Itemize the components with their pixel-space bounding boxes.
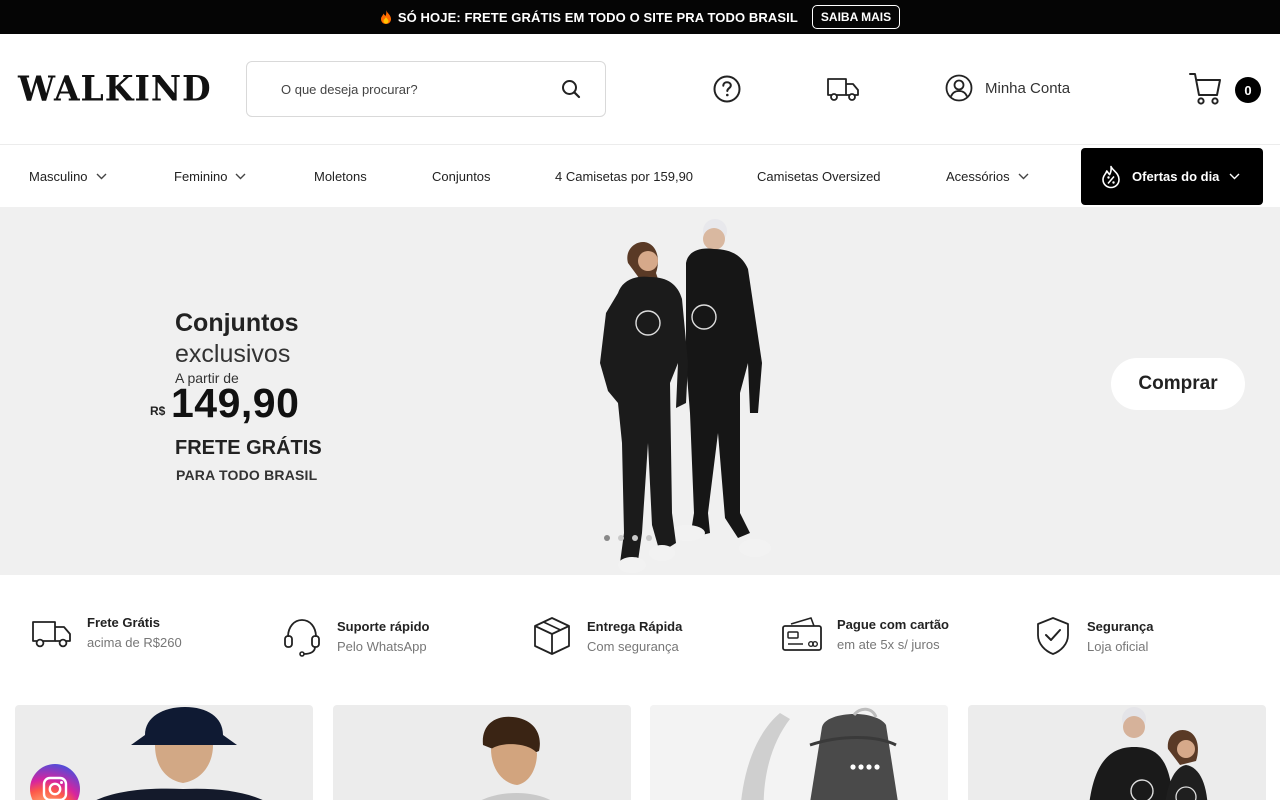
feature-text: Segurança Loja oficial: [1087, 619, 1153, 654]
feature-subtitle: Loja oficial: [1087, 638, 1149, 654]
nav-item-label: Masculino: [29, 168, 88, 184]
hero-banner[interactable]: Conjuntos exclusivos A partir de R$ 149,…: [0, 207, 1280, 575]
nav-item-masculino[interactable]: Masculino: [29, 145, 107, 207]
hero-subtitle: exclusivos: [175, 340, 291, 368]
feature-free-shipping: Frete Grátis acima de R$260: [31, 615, 182, 650]
feature-security: Segurança Loja oficial: [1033, 615, 1153, 657]
truck-icon: [32, 620, 71, 647]
instagram-icon[interactable]: [30, 764, 80, 800]
chevron-down-icon: [96, 173, 107, 179]
instagram-glyph: [42, 776, 68, 800]
hero-price: 149,90: [171, 380, 300, 426]
nav-item-conjuntos[interactable]: Conjuntos: [432, 145, 491, 207]
hero-shipping: FRETE GRÁTIS: [175, 437, 322, 459]
feature-fast-delivery: Entrega Rápida Com segurança: [531, 615, 682, 657]
feature-text: Entrega Rápida Com segurança: [587, 619, 682, 654]
feature-title: Segurança: [1087, 618, 1154, 634]
learn-more-button[interactable]: SAIBA MAIS: [811, 5, 901, 29]
help-icon[interactable]: [712, 74, 742, 104]
search-box: [246, 61, 606, 117]
search-icon[interactable]: [561, 79, 581, 99]
nav-item-label: Acessórios: [946, 168, 1010, 184]
category-card[interactable]: [968, 705, 1266, 800]
nav-item-label: Camisetas Oversized: [757, 168, 881, 184]
category-card[interactable]: [650, 705, 948, 800]
user-icon: [945, 74, 973, 102]
feature-title: Frete Grátis: [87, 615, 160, 630]
announcement-text: SÓ HOJE: FRETE GRÁTIS EM TODO O SITE PRA…: [397, 9, 798, 25]
nav-item-4-camisetas[interactable]: 4 Camisetas por 159,90: [555, 145, 693, 207]
feature-text: Suporte rápido Pelo WhatsApp: [337, 619, 429, 654]
chevron-down-icon: [1229, 173, 1240, 180]
account-link[interactable]: Minha Conta: [945, 74, 1070, 102]
feature-subtitle: em ate 5x s/ juros: [837, 636, 940, 652]
feature-subtitle: acima de R$260: [87, 635, 182, 650]
box-icon: [534, 617, 570, 655]
account-label: Minha Conta: [985, 79, 1071, 97]
nav-item-acessorios[interactable]: Acessórios: [946, 145, 1029, 207]
nav-item-feminino[interactable]: Feminino: [174, 145, 246, 207]
carousel-dot[interactable]: [618, 535, 624, 541]
headset-icon: [284, 619, 320, 657]
nav-item-camisetas-oversized[interactable]: Camisetas Oversized: [757, 145, 881, 207]
nav-item-label: 4 Camisetas por 159,90: [555, 168, 694, 184]
nav-item-label: Feminino: [174, 168, 228, 184]
carousel-dots: [604, 535, 652, 541]
truck-icon[interactable]: [826, 74, 860, 104]
offers-of-the-day-button[interactable]: Ofertas do dia: [1081, 148, 1263, 205]
feature-title: Entrega Rápida: [587, 618, 683, 634]
search-input[interactable]: [269, 62, 549, 116]
buy-button[interactable]: Comprar: [1111, 358, 1245, 410]
announcement-text-wrap: SÓ HOJE: FRETE GRÁTIS EM TODO O SITE PRA…: [380, 9, 798, 25]
fire-icon: [380, 9, 391, 24]
feature-subtitle: Com segurança: [587, 638, 679, 654]
hero-models-image: [600, 219, 771, 573]
feature-text: Frete Grátis acima de R$260: [87, 615, 182, 650]
announcement-bar: SÓ HOJE: FRETE GRÁTIS EM TODO O SITE PRA…: [0, 0, 1280, 34]
category-image: [482, 716, 551, 800]
credit-card-icon: [782, 617, 822, 651]
feature-subtitle: Pelo WhatsApp: [337, 638, 427, 654]
offers-label: Ofertas do dia: [1132, 169, 1220, 184]
hero-shipping-sub: PARA TODO BRASIL: [176, 467, 318, 483]
feature-support: Suporte rápido Pelo WhatsApp: [281, 615, 429, 657]
carousel-dot[interactable]: [604, 535, 610, 541]
chevron-down-icon: [235, 173, 246, 179]
nav-item-label: Moletons: [314, 168, 367, 184]
feature-title: Pague com cartão: [837, 616, 949, 632]
category-card[interactable]: [333, 705, 631, 800]
shield-check-icon: [1037, 617, 1069, 655]
feature-title: Suporte rápido: [337, 618, 430, 634]
feature-card-payment: Pague com cartão em ate 5x s/ juros: [781, 615, 949, 653]
main-nav: Masculino Feminino Moletons Conjuntos 4 …: [0, 144, 1280, 207]
hero-title: Conjuntos: [175, 309, 299, 337]
nav-item-moletons[interactable]: Moletons: [314, 145, 367, 207]
hero-currency: R$: [150, 404, 166, 418]
discount-fire-icon: [1102, 165, 1120, 188]
cart-icon: [1189, 73, 1221, 105]
nav-item-label: Conjuntos: [432, 168, 491, 184]
carousel-dot[interactable]: [632, 535, 638, 541]
category-image: [650, 705, 948, 800]
category-image: [1089, 707, 1208, 800]
cart-count-badge: 0: [1235, 77, 1261, 103]
features-strip: Frete Grátis acima de R$260 Suporte rápi…: [0, 575, 1280, 695]
site-header: WALKIND Minha Conta 0: [0, 34, 1280, 144]
feature-text: Pague com cartão em ate 5x s/ juros: [837, 617, 949, 652]
chevron-down-icon: [1018, 173, 1029, 179]
cart-button[interactable]: 0: [1188, 70, 1268, 110]
carousel-dot[interactable]: [646, 535, 652, 541]
logo[interactable]: WALKIND: [18, 70, 212, 108]
